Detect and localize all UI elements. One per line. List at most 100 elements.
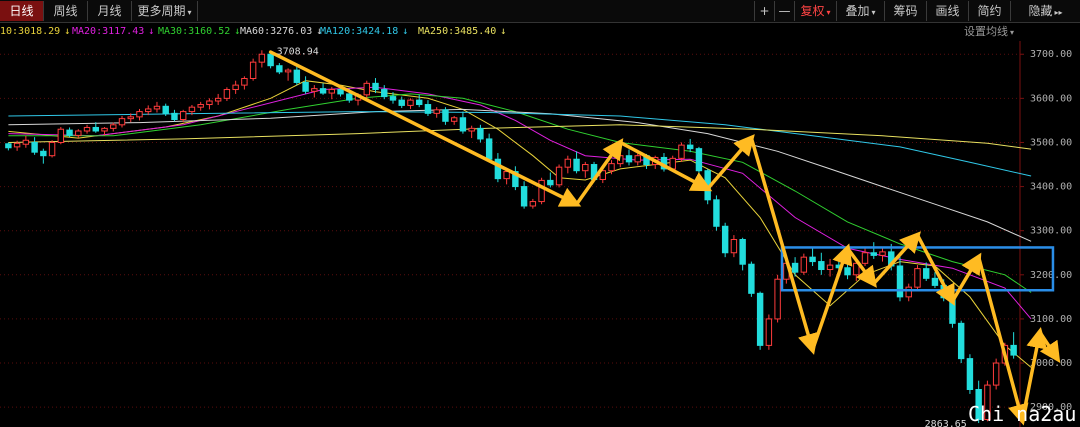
candle-body: [346, 93, 353, 101]
candle-body: [407, 99, 414, 106]
candle: [258, 50, 266, 68]
candle-body: [686, 144, 694, 150]
ma-settings-button[interactable]: 设置均线 ▾: [964, 23, 1014, 42]
tab-label: 日线: [9, 4, 34, 18]
candle: [381, 85, 388, 100]
candle: [538, 177, 545, 205]
candle: [844, 257, 851, 280]
tab-monthly[interactable]: 月线: [88, 1, 132, 21]
tab-label: 月线: [97, 4, 122, 18]
button-label: —: [778, 4, 791, 18]
candle: [214, 93, 222, 105]
candle-body: [57, 128, 65, 143]
candle: [145, 105, 152, 116]
down-arrow-icon: ↓: [148, 26, 155, 37]
candle: [870, 242, 877, 259]
candle-body: [110, 124, 117, 129]
candle-body: [153, 105, 161, 110]
candle: [40, 148, 47, 164]
zoom-in-button[interactable]: +: [754, 1, 774, 21]
candle: [459, 111, 467, 134]
ma-legend-item: MA250:3485.40 ↓: [418, 23, 506, 41]
overlay-button[interactable]: 叠加 ▾: [836, 1, 884, 21]
candle: [617, 153, 624, 168]
candle: [739, 237, 746, 271]
candle: [861, 247, 869, 266]
expand-icon: ▸▸: [1054, 8, 1063, 17]
low-price-label: 2863.65: [925, 419, 967, 427]
candle-body: [791, 262, 799, 273]
y-tick-label: 3600.00: [1030, 93, 1072, 104]
ma-line-ma30: [8, 93, 1032, 293]
candle: [48, 140, 56, 158]
candle-body: [957, 322, 965, 360]
candle: [573, 151, 580, 174]
candle-body: [1010, 344, 1017, 356]
zoom-out-button[interactable]: —: [774, 1, 794, 21]
candle: [992, 358, 1000, 390]
ma-line-ma120: [8, 111, 1032, 177]
down-arrow-icon: ↓: [500, 26, 507, 37]
candle: [319, 83, 327, 95]
candle-body: [293, 69, 301, 83]
candle-body: [634, 155, 641, 163]
candle: [311, 85, 318, 98]
candle-body: [765, 318, 773, 346]
candle-body: [503, 171, 510, 180]
chips-button[interactable]: 筹码: [884, 1, 926, 21]
candle: [66, 127, 73, 138]
candle-body: [118, 118, 126, 126]
candle: [660, 153, 668, 172]
draw-line-button[interactable]: 画线: [926, 1, 968, 21]
candle-body: [424, 104, 432, 114]
tab-more-periods[interactable]: 更多周期 ▾: [132, 1, 198, 21]
candle: [765, 314, 773, 350]
ma-legend-item: 10:3018.29 ↓: [0, 23, 70, 41]
candlestick-chart[interactable]: 2900.003000.003100.003200.003300.003400.…: [0, 41, 1080, 427]
candle: [905, 283, 912, 302]
candle: [695, 146, 703, 174]
candle-body: [92, 126, 99, 132]
candle: [896, 257, 904, 302]
candle-body: [258, 53, 266, 63]
candle-body: [267, 53, 274, 67]
candle: [520, 181, 528, 209]
ma-legend-value: MA120:3424.18: [320, 26, 399, 37]
ma-legend-value: MA250:3485.40: [418, 26, 497, 37]
tab-weekly[interactable]: 周线: [44, 1, 88, 21]
ma-legend-value: 10:3018.29: [0, 26, 61, 37]
candle: [555, 164, 563, 188]
candle-body: [328, 89, 336, 94]
candle-body: [485, 138, 493, 160]
candle: [529, 198, 537, 209]
candle-body: [774, 278, 781, 320]
period-toolbar: 日线 周线 月线 更多周期 ▾ + — 复权 ▾ 叠加 ▾ 筹码 画线 简约 隐藏 ▸▸: [0, 0, 1080, 23]
candle-body: [896, 265, 904, 298]
candle: [450, 115, 458, 125]
candle-body: [870, 252, 877, 256]
candle-body: [844, 267, 851, 276]
candle: [57, 127, 65, 145]
hide-button[interactable]: 隐藏 ▸▸: [1010, 1, 1080, 21]
candle-body: [555, 166, 563, 186]
tab-label: 周线: [53, 4, 78, 18]
adjust-button[interactable]: 复权 ▾: [794, 1, 836, 21]
chevron-down-icon: ▾: [187, 8, 192, 17]
tab-daily[interactable]: 日线: [0, 1, 44, 21]
candle-body: [75, 130, 82, 136]
y-tick-label: 3100.00: [1030, 314, 1072, 325]
candle: [276, 63, 283, 75]
simple-button[interactable]: 简约: [968, 1, 1010, 21]
candle-body: [372, 82, 379, 91]
candle: [809, 247, 816, 266]
candle: [75, 129, 82, 139]
candle: [171, 109, 178, 122]
candle-body: [179, 111, 187, 121]
candle: [22, 135, 30, 148]
candle-body: [931, 277, 939, 286]
candle-body: [748, 263, 755, 294]
candle-body: [162, 105, 169, 114]
candle-body: [188, 106, 196, 113]
watermark: Chi na2au: [968, 402, 1076, 426]
button-label: 隐藏: [1028, 4, 1053, 18]
